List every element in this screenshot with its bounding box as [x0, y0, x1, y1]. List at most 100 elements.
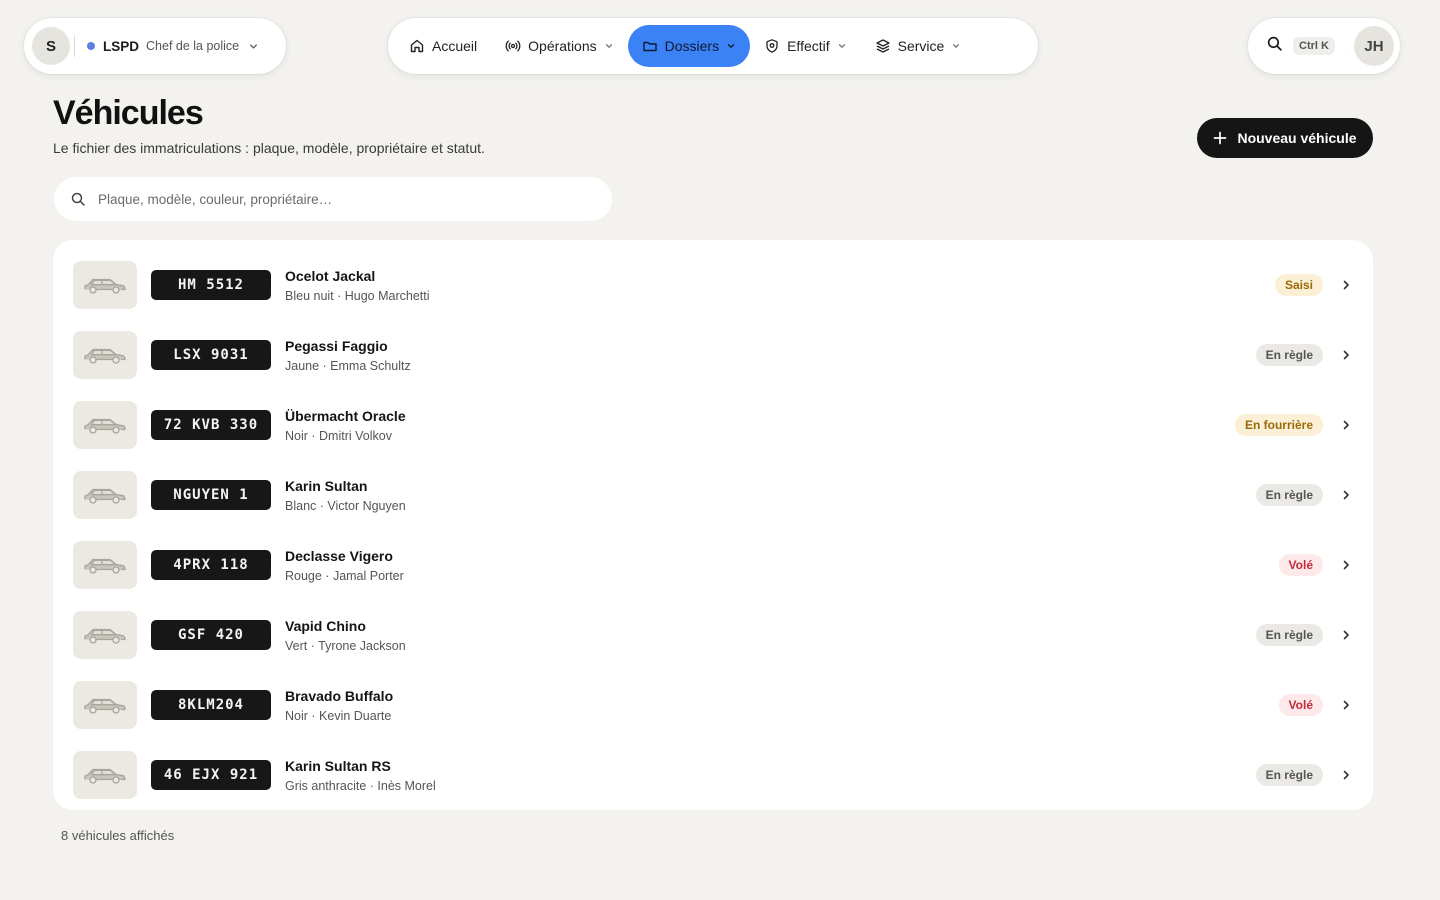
- vehicle-info: Karin Sultan Blanc · Victor Nguyen: [285, 478, 406, 513]
- vehicle-meta: Blanc · Victor Nguyen: [285, 498, 406, 513]
- vehicle-thumbnail: [73, 261, 137, 309]
- status-badge: Volé: [1278, 554, 1323, 576]
- search-icon: [71, 192, 85, 206]
- license-plate: LSX 9031: [151, 340, 271, 370]
- car-icon: [84, 558, 126, 574]
- vehicle-model: Karin Sultan: [285, 477, 368, 494]
- vehicle-thumbnail: [73, 401, 137, 449]
- car-icon: [84, 488, 126, 504]
- vehicle-thumbnail: [73, 751, 137, 799]
- status-badge: En règle: [1255, 484, 1323, 506]
- vehicle-info: Declasse Vigero Rouge · Jamal Porter: [285, 548, 404, 583]
- vehicle-row[interactable]: 8KLM204 Bravado Buffalo Noir · Kevin Dua…: [53, 670, 1373, 740]
- license-plate: HM 5512: [151, 270, 271, 300]
- nav-item-operations[interactable]: Opérations: [491, 25, 627, 67]
- chevron-right-icon: [1339, 769, 1353, 781]
- vehicle-thumbnail: [73, 471, 137, 519]
- car-icon: [84, 768, 126, 784]
- vehicle-model: Ocelot Jackal: [285, 267, 376, 284]
- nav-label: Dossiers: [664, 38, 720, 54]
- chevron-right-icon: [1339, 559, 1353, 571]
- chevron-down-icon: [951, 41, 961, 51]
- vehicle-model: Bravado Buffalo: [285, 687, 394, 704]
- vehicle-info: Pegassi Faggio Jaune · Emma Schultz: [285, 338, 411, 373]
- nav-label: Accueil: [432, 38, 478, 54]
- org-name: LSPD: [103, 38, 140, 54]
- main-nav: Accueil Opérations Dossiers Effectif Ser…: [388, 18, 1038, 74]
- chevron-right-icon: [1339, 349, 1353, 361]
- vehicle-search[interactable]: [54, 177, 612, 221]
- license-plate: 4PRX 118: [151, 550, 271, 580]
- chevron-down-icon: [837, 41, 847, 51]
- search-icon[interactable]: [1266, 35, 1283, 57]
- license-plate: GSF 420: [151, 620, 271, 650]
- status-badge: Saisi: [1274, 274, 1323, 296]
- nav-label: Effectif: [787, 38, 830, 54]
- license-plate: 8KLM204: [151, 690, 271, 720]
- status-badge: En règle: [1255, 344, 1323, 366]
- new-vehicle-label: Nouveau véhicule: [1237, 130, 1357, 146]
- vehicle-info: Bravado Buffalo Noir · Kevin Duarte: [285, 688, 393, 723]
- vehicle-row[interactable]: LSX 9031 Pegassi Faggio Jaune · Emma Sch…: [53, 320, 1373, 390]
- vehicle-meta: Noir · Kevin Duarte: [285, 708, 392, 723]
- page-title: Véhicules: [53, 94, 204, 132]
- vehicle-model: Karin Sultan RS: [285, 757, 391, 774]
- layers-icon: [875, 39, 890, 53]
- command-shortcut[interactable]: Ctrl K: [1293, 37, 1335, 55]
- nav-item-service[interactable]: Service: [861, 25, 976, 67]
- car-icon: [84, 278, 126, 294]
- vehicle-thumbnail: [73, 681, 137, 729]
- vehicle-meta: Bleu nuit · Hugo Marchetti: [285, 288, 430, 303]
- status-badge: En règle: [1255, 764, 1323, 786]
- new-vehicle-button[interactable]: Nouveau véhicule: [1197, 118, 1373, 158]
- license-plate: NGUYEN 1: [151, 480, 271, 510]
- license-plate: 46 EJX 921: [151, 760, 271, 790]
- car-icon: [84, 418, 126, 434]
- vehicle-thumbnail: [73, 611, 137, 659]
- chevron-right-icon: [1339, 629, 1353, 641]
- vehicle-info: Ocelot Jackal Bleu nuit · Hugo Marchetti: [285, 268, 430, 303]
- vehicle-row[interactable]: NGUYEN 1 Karin Sultan Blanc · Victor Ngu…: [53, 460, 1373, 530]
- user-avatar[interactable]: JH: [1354, 26, 1394, 66]
- chevron-down-icon: [248, 41, 259, 52]
- search-input[interactable]: [98, 191, 596, 207]
- org-avatar[interactable]: S: [32, 27, 70, 65]
- vehicle-model: Pegassi Faggio: [285, 337, 388, 354]
- folder-icon: [642, 41, 657, 52]
- plus-icon: [1214, 131, 1227, 145]
- home-icon: [410, 39, 424, 53]
- org-switcher[interactable]: S LSPD Chef de la police: [24, 18, 286, 74]
- chevron-right-icon: [1339, 419, 1353, 431]
- vehicle-meta: Rouge · Jamal Porter: [285, 568, 404, 583]
- nav-item-effectif[interactable]: Effectif: [750, 25, 861, 67]
- chevron-down-icon: [726, 41, 736, 51]
- vehicle-model: Vapid Chino: [285, 617, 366, 634]
- car-icon: [84, 698, 126, 714]
- nav-item-dossiers[interactable]: Dossiers: [627, 25, 751, 67]
- vehicle-row[interactable]: 4PRX 118 Declasse Vigero Rouge · Jamal P…: [53, 530, 1373, 600]
- org-divider: [74, 35, 75, 57]
- result-count: 8 véhicules affichés: [61, 828, 175, 843]
- car-icon: [84, 348, 126, 364]
- vehicle-list: HM 5512 Ocelot Jackal Bleu nuit · Hugo M…: [53, 240, 1373, 810]
- vehicle-row[interactable]: 72 KVB 330 Übermacht Oracle Noir · Dmitr…: [53, 390, 1373, 460]
- status-badge: En règle: [1255, 624, 1323, 646]
- broadcast-icon: [505, 40, 521, 52]
- vehicle-thumbnail: [73, 331, 137, 379]
- org-role: Chef de la police: [146, 39, 240, 53]
- shield-icon: [766, 39, 778, 53]
- page-subtitle: Le fichier des immatriculations : plaque…: [53, 140, 485, 156]
- vehicle-model: Übermacht Oracle: [285, 407, 406, 424]
- nav-label: Service: [897, 38, 945, 54]
- vehicle-info: Karin Sultan RS Gris anthracite · Inès M…: [285, 758, 436, 793]
- vehicle-row[interactable]: GSF 420 Vapid Chino Vert · Tyrone Jackso…: [53, 600, 1373, 670]
- license-plate: 72 KVB 330: [151, 410, 271, 440]
- chevron-right-icon: [1339, 699, 1353, 711]
- vehicle-row[interactable]: HM 5512 Ocelot Jackal Bleu nuit · Hugo M…: [53, 250, 1373, 320]
- nav-item-accueil[interactable]: Accueil: [395, 25, 491, 67]
- vehicle-row[interactable]: 46 EJX 921 Karin Sultan RS Gris anthraci…: [53, 740, 1373, 810]
- vehicle-meta: Noir · Dmitri Volkov: [285, 428, 392, 443]
- vehicle-meta: Jaune · Emma Schultz: [285, 358, 411, 373]
- vehicle-info: Übermacht Oracle Noir · Dmitri Volkov: [285, 408, 406, 443]
- status-badge: En fourrière: [1234, 414, 1323, 436]
